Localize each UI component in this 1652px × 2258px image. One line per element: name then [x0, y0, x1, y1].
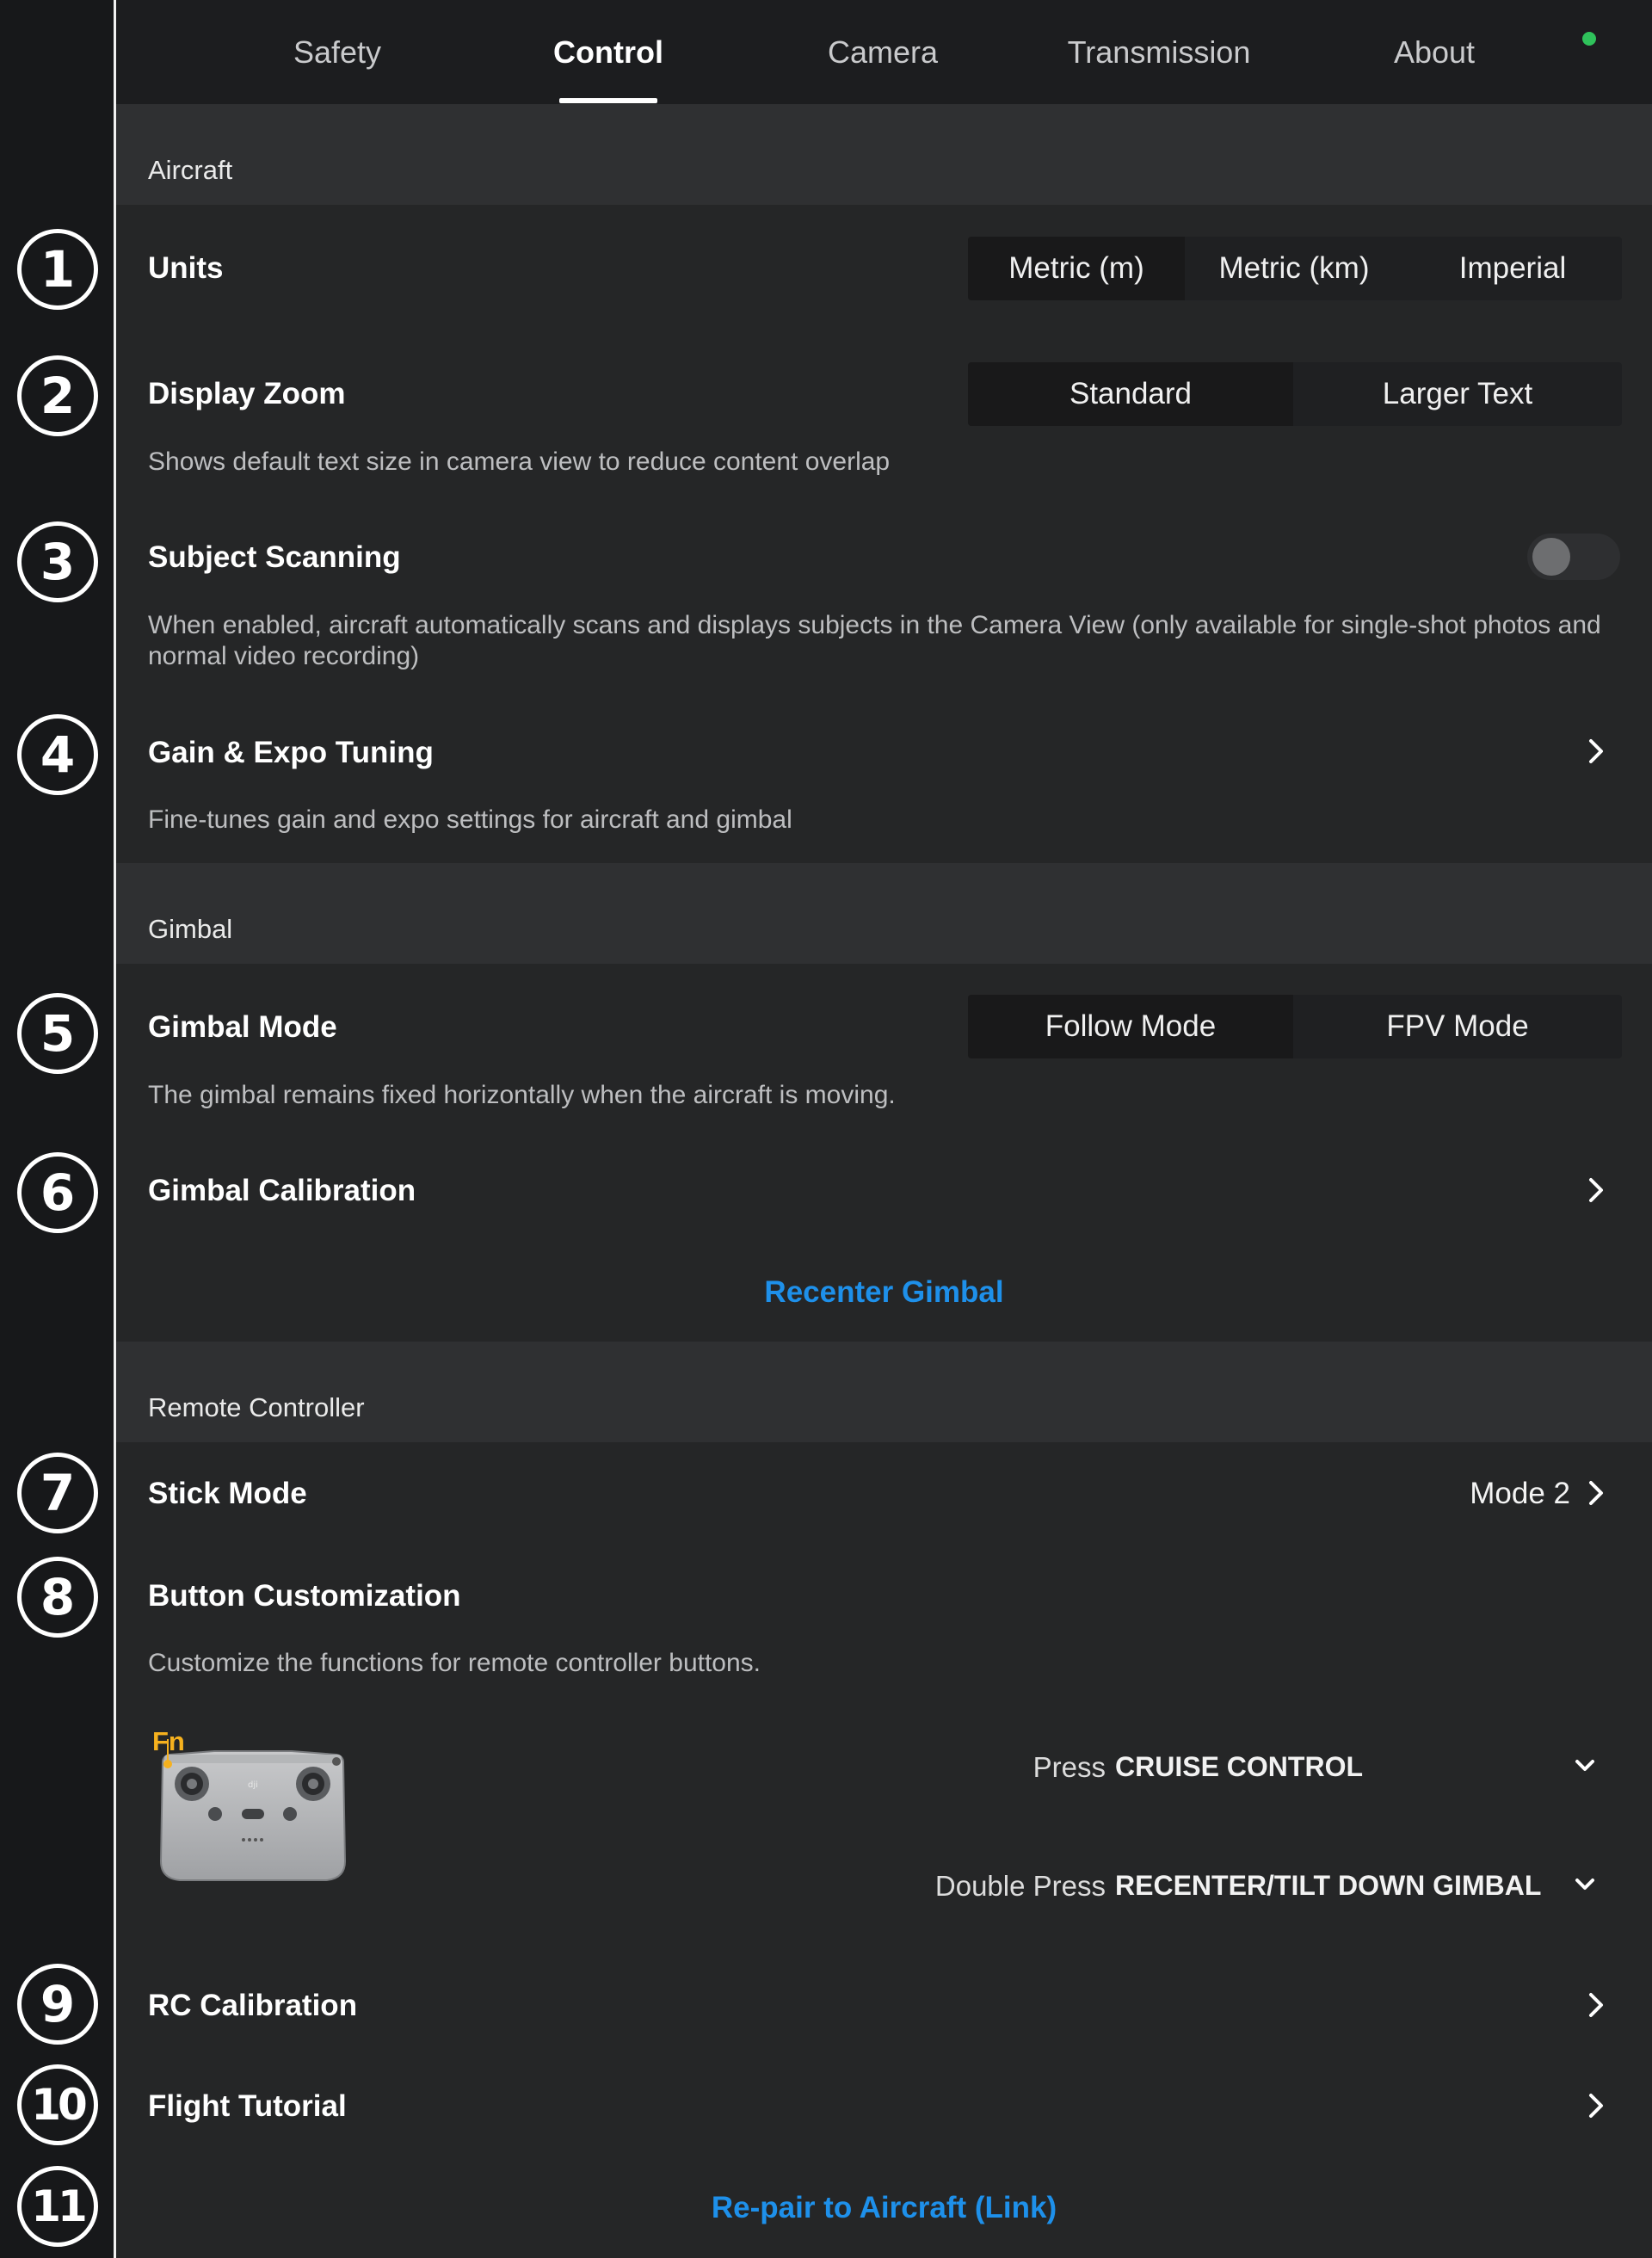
units-option-imperial[interactable]: Imperial	[1403, 237, 1622, 300]
marker-3: 3	[17, 521, 98, 602]
tab-transmission[interactable]: Transmission	[1056, 0, 1262, 104]
section-header-aircraft: Aircraft	[116, 104, 1652, 205]
gimbal-calibration-title[interactable]: Gimbal Calibration	[148, 1174, 416, 1208]
section-title: Aircraft	[148, 155, 233, 185]
button-customization-description: Customize the functions for remote contr…	[148, 1649, 761, 1677]
marker-7: 7	[17, 1453, 98, 1533]
stick-mode-chevron-right-icon[interactable]	[1583, 1476, 1609, 1510]
tab-control[interactable]: Control	[535, 0, 681, 104]
display-zoom-option-standard[interactable]: Standard	[968, 362, 1293, 426]
gimbal-mode-description: The gimbal remains fixed horizontally wh…	[148, 1081, 896, 1109]
gimbal-mode-title: Gimbal Mode	[148, 1010, 337, 1044]
display-zoom-segmented-control: Standard Larger Text	[968, 362, 1622, 426]
press-function-select[interactable]: CRUISE CONTROL	[1115, 1751, 1363, 1783]
units-title: Units	[148, 251, 224, 285]
subject-scanning-description: When enabled, aircraft automatically sca…	[148, 611, 1601, 670]
marker-8: 8	[17, 1557, 98, 1638]
double-press-chevron-down-icon[interactable]	[1572, 1867, 1598, 1902]
marker-4: 4	[17, 714, 98, 795]
flight-tutorial-title[interactable]: Flight Tutorial	[148, 2089, 347, 2124]
marker-2: 2	[17, 355, 98, 436]
tab-bar: Safety Control Camera Transmission About	[116, 0, 1652, 104]
display-zoom-title: Display Zoom	[148, 377, 346, 410]
toggle-knob	[1532, 538, 1570, 576]
marker-5: 5	[17, 993, 98, 1074]
marker-11: 11	[17, 2166, 98, 2247]
display-zoom-option-larger-text[interactable]: Larger Text	[1293, 362, 1622, 426]
svg-text:dji: dji	[248, 1780, 258, 1790]
display-zoom-description: Shows default text size in camera view t…	[148, 447, 891, 476]
section-header-remote-controller: Remote Controller	[116, 1342, 1652, 1442]
units-option-metric-m[interactable]: Metric (m)	[968, 237, 1185, 300]
gimbal-mode-segmented-control: Follow Mode FPV Mode	[968, 995, 1622, 1058]
gimbal-mode-option-fpv[interactable]: FPV Mode	[1293, 995, 1622, 1058]
subject-scanning-title: Subject Scanning	[148, 540, 401, 574]
gain-expo-chevron-right-icon[interactable]	[1583, 734, 1609, 768]
control-settings-panel: Safety Control Camera Transmission About…	[116, 0, 1652, 2258]
gimbal-mode-option-follow[interactable]: Follow Mode	[968, 995, 1293, 1058]
section-header-gimbal: Gimbal	[116, 863, 1652, 964]
left-gutter: 1 2 3 4 5 6 7 8 9 10 11	[0, 0, 114, 2258]
rc-calibration-chevron-right-icon[interactable]	[1583, 1988, 1609, 2022]
double-press-label: Double Press	[934, 1870, 1106, 1902]
press-chevron-down-icon[interactable]	[1572, 1749, 1598, 1783]
press-label: Press	[1032, 1751, 1106, 1783]
marker-1: 1	[17, 229, 98, 310]
gimbal-calibration-chevron-right-icon[interactable]	[1583, 1173, 1609, 1207]
marker-6: 6	[17, 1152, 98, 1233]
recenter-gimbal-button[interactable]: Recenter Gimbal	[116, 1275, 1652, 1310]
connection-status-dot	[1582, 32, 1596, 46]
gain-expo-title[interactable]: Gain & Expo Tuning	[148, 736, 434, 770]
flight-tutorial-chevron-right-icon[interactable]	[1583, 2088, 1609, 2123]
active-tab-indicator	[559, 98, 657, 103]
marker-10: 10	[17, 2064, 98, 2145]
tab-safety[interactable]: Safety	[264, 0, 410, 104]
remote-controller-image: dji	[154, 1732, 352, 1887]
subject-scanning-toggle[interactable]	[1527, 534, 1620, 580]
rc-calibration-title[interactable]: RC Calibration	[148, 1989, 357, 2023]
marker-9: 9	[17, 1964, 98, 2045]
tab-about[interactable]: About	[1361, 0, 1507, 104]
tab-camera[interactable]: Camera	[810, 0, 956, 104]
units-segmented-control: Metric (m) Metric (km) Imperial	[968, 237, 1622, 300]
double-press-function-select[interactable]: RECENTER/TILT DOWN GIMBAL	[1115, 1870, 1541, 1902]
gain-expo-description: Fine-tunes gain and expo settings for ai…	[148, 805, 792, 834]
stick-mode-value[interactable]: Mode 2	[1467, 1477, 1570, 1511]
units-option-metric-km[interactable]: Metric (km)	[1185, 237, 1403, 300]
section-title: Gimbal	[148, 914, 233, 944]
section-title: Remote Controller	[148, 1392, 365, 1422]
repair-to-aircraft-link[interactable]: Re-pair to Aircraft (Link)	[116, 2191, 1652, 2225]
stick-mode-title[interactable]: Stick Mode	[148, 1477, 307, 1511]
button-customization-title: Button Customization	[148, 1579, 461, 1613]
